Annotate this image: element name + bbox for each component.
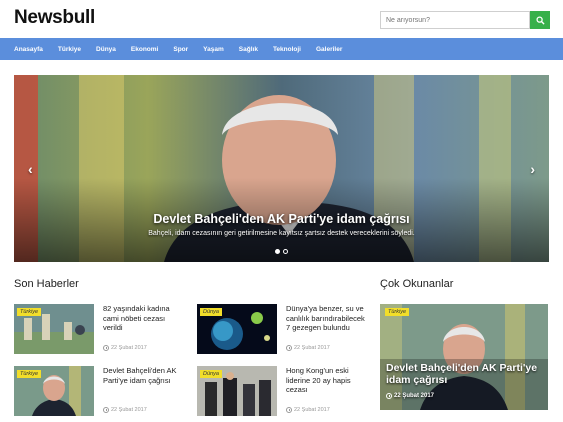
list-item[interactable]: Dünya Dünya'ya benzer, su ve canlılık ba…: [197, 304, 367, 356]
site-logo[interactable]: Newsbull: [14, 7, 95, 29]
headline-slider[interactable]: Devlet Bahçeli'den AK Parti'ye idam çağr…: [14, 75, 549, 262]
nav-item-turkiye[interactable]: Türkiye: [58, 46, 81, 53]
news-title[interactable]: Hong Kong'un eski liderine 20 ay hapis c…: [286, 366, 366, 395]
clock-icon: [286, 407, 292, 413]
popular-title[interactable]: Devlet Bahçeli'den AK Parti'ye idam çağr…: [386, 362, 546, 386]
nav-item-dunya[interactable]: Dünya: [96, 46, 116, 53]
news-thumbnail[interactable]: Dünya: [197, 304, 277, 354]
site-header: Newsbull: [0, 0, 563, 38]
news-date: 22 Şubat 2017: [286, 345, 330, 351]
search-button[interactable]: [530, 11, 550, 29]
nav-item-saglik[interactable]: Sağlık: [239, 46, 258, 53]
popular-date: 22 Şubat 2017: [386, 393, 434, 399]
clock-icon: [103, 407, 109, 413]
category-badge: Türkiye: [385, 308, 410, 316]
slider-subtitle: Bahçeli, idam cezasının geri getirilmesi…: [148, 230, 415, 237]
nav-item-ekonomi[interactable]: Ekonomi: [131, 46, 158, 53]
clock-icon: [286, 345, 292, 351]
list-item[interactable]: Türkiye Devlet Bahçeli'den AK Parti'ye i…: [14, 366, 184, 418]
news-title[interactable]: Devlet Bahçeli'den AK Parti'ye idam çağr…: [103, 366, 183, 385]
list-item[interactable]: Türkiye 82 yaşındaki kadına cami nöbeti …: [14, 304, 184, 356]
category-badge: Türkiye: [17, 308, 42, 316]
news-date: 22 Şubat 2017: [103, 345, 147, 351]
clock-icon: [103, 345, 109, 351]
news-thumbnail[interactable]: Türkiye: [14, 304, 94, 354]
nav-item-spor[interactable]: Spor: [173, 46, 188, 53]
nav-item-yasam[interactable]: Yaşam: [203, 46, 224, 53]
chevron-right-icon[interactable]: ›: [530, 161, 535, 177]
news-thumbnail[interactable]: Dünya: [197, 366, 277, 416]
search-box: [380, 11, 550, 29]
chevron-left-icon[interactable]: ‹: [28, 161, 33, 177]
category-badge: Dünya: [200, 370, 222, 378]
search-input[interactable]: [380, 11, 530, 29]
list-item[interactable]: Dünya Hong Kong'un eski liderine 20 ay h…: [197, 366, 367, 418]
clock-icon: [386, 393, 392, 399]
cok-okunanlar-title: Çok Okunanlar: [380, 278, 454, 290]
slider-title[interactable]: Devlet Bahçeli'den AK Parti'ye idam çağr…: [14, 212, 549, 226]
news-date: 22 Şubat 2017: [286, 407, 330, 413]
nav-item-anasayfa[interactable]: Anasayfa: [14, 46, 43, 53]
main-nav: Anasayfa Türkiye Dünya Ekonomi Spor Yaşa…: [0, 38, 563, 60]
nav-item-galeriler[interactable]: Galeriler: [316, 46, 342, 53]
nav-item-teknoloji[interactable]: Teknoloji: [273, 46, 301, 53]
news-title[interactable]: Dünya'ya benzer, su ve canlılık barındır…: [286, 304, 366, 333]
slider-dot-2[interactable]: [283, 249, 288, 254]
search-icon: [535, 15, 545, 25]
popular-card[interactable]: Türkiye Devlet Bahçeli'den AK Parti'ye i…: [380, 304, 548, 410]
news-title[interactable]: 82 yaşındaki kadına cami nöbeti cezası v…: [103, 304, 183, 333]
news-thumbnail[interactable]: Türkiye: [14, 366, 94, 416]
son-haberler-title: Son Haberler: [14, 278, 79, 290]
slider-dot-1[interactable]: [275, 249, 280, 254]
slider-dots: [275, 249, 288, 254]
category-badge: Dünya: [200, 308, 222, 316]
news-date: 22 Şubat 2017: [103, 407, 147, 413]
category-badge: Türkiye: [17, 370, 42, 378]
